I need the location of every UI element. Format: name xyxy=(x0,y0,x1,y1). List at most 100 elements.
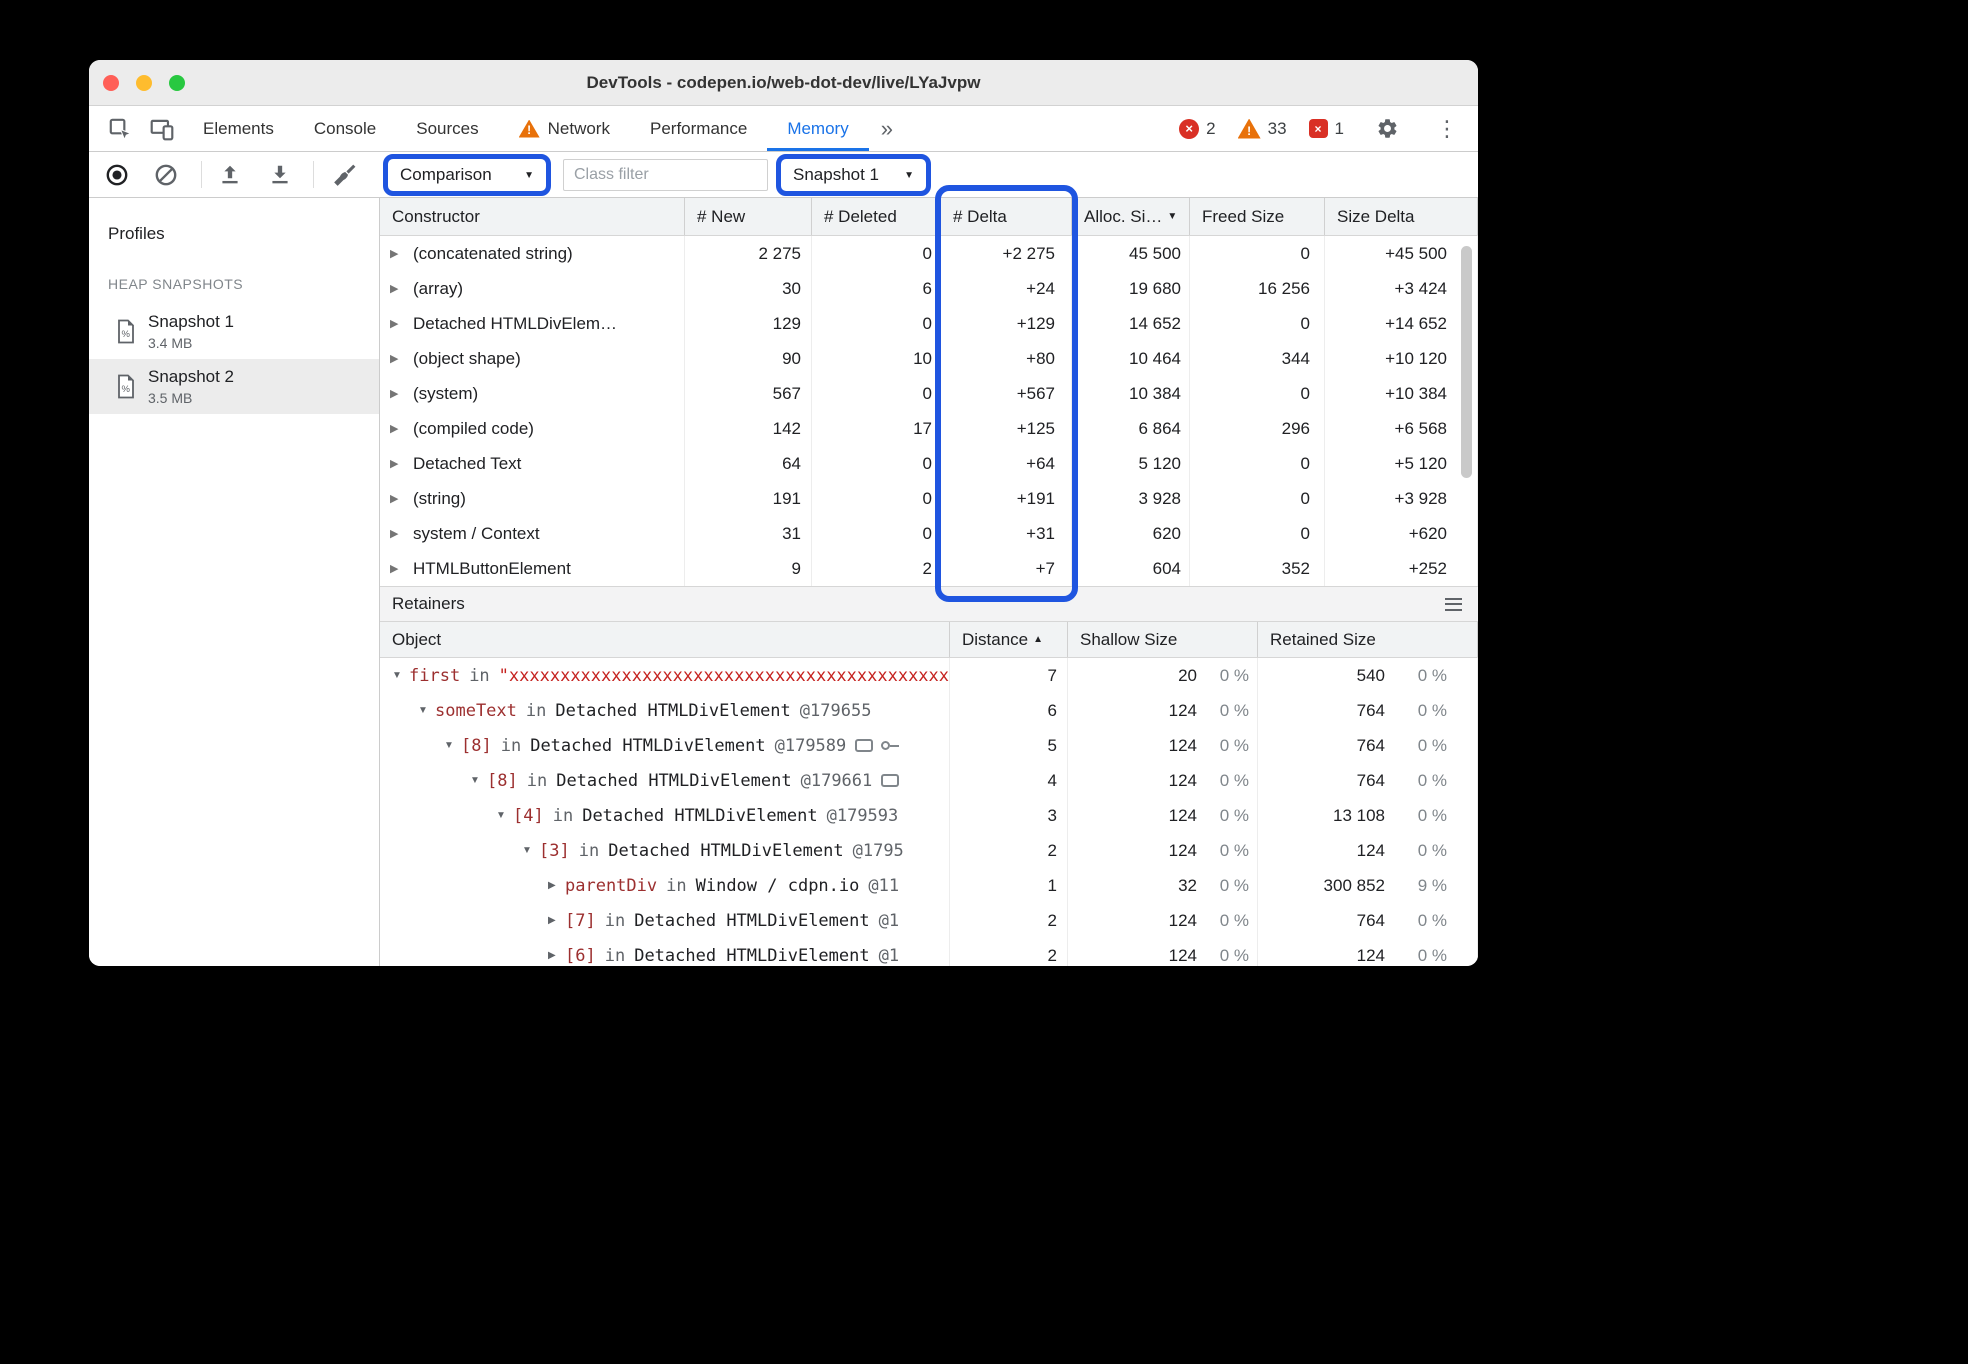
retainer-row[interactable]: ▼ [3] in Detached HTMLDivElement @1795 2 124… xyxy=(380,833,1478,868)
retainer-row[interactable]: ▼ [8] in Detached HTMLDivElement @179589 5 1… xyxy=(380,728,1478,763)
column-delta[interactable]: # Delta xyxy=(941,198,1072,235)
shallow-size-value: 20 xyxy=(1178,665,1197,685)
errors-badge[interactable]: × 2 xyxy=(1179,118,1216,139)
alloc-size: 604 xyxy=(1072,551,1190,586)
zoom-button[interactable] xyxy=(169,74,185,91)
warning-count: 33 xyxy=(1267,118,1287,138)
column-alloc-size[interactable]: Alloc. Si… ▼ xyxy=(1072,198,1190,235)
snapshot-name: Snapshot 2 xyxy=(148,367,235,386)
record-snapshot-button[interactable] xyxy=(102,160,132,190)
in-keyword: in xyxy=(666,875,687,896)
heap-row[interactable]: ▶ Detached Text 64 0 +64 5 120 0 +5 120 xyxy=(380,446,1478,481)
retainer-row[interactable]: ▶ [6] in Detached HTMLDivElement @1 2 124 0 %… xyxy=(380,938,1478,966)
column-freed-size[interactable]: Freed Size xyxy=(1190,198,1325,235)
vertical-scrollbar[interactable] xyxy=(1461,246,1472,478)
retainer-row[interactable]: ▼ someText in Detached HTMLDivElement @17965… xyxy=(380,693,1478,728)
sidebar-item-snapshot-1[interactable]: % Snapshot 1 3.4 MB xyxy=(89,304,379,359)
column-shallow-size[interactable]: Shallow Size xyxy=(1068,622,1258,657)
tab-console[interactable]: Console xyxy=(294,106,396,151)
tab-performance[interactable]: Performance xyxy=(630,106,767,151)
heap-row[interactable]: ▶ (concatenated string) 2 275 0 +2 275 45… xyxy=(380,236,1478,271)
expander-icon[interactable]: ▶ xyxy=(390,527,404,540)
shallow-size-value: 124 xyxy=(1168,770,1197,790)
retained-size-value: 124 xyxy=(1356,945,1385,965)
expander-icon[interactable]: ▶ xyxy=(390,562,404,575)
inspect-element-icon[interactable] xyxy=(99,110,141,148)
issue-icon: × xyxy=(1308,119,1328,138)
column-constructor[interactable]: Constructor xyxy=(380,198,685,235)
heap-row[interactable]: ▶ (string) 191 0 +191 3 928 0 +3 928 xyxy=(380,481,1478,516)
heap-row[interactable]: ▶ (array) 30 6 +24 19 680 16 256 +3 424 xyxy=(380,271,1478,306)
expander-icon[interactable]: ▶ xyxy=(390,387,404,400)
edge-name: [6] xyxy=(565,945,596,966)
base-snapshot-select[interactable]: Snapshot 1 ▼ xyxy=(781,165,926,185)
warnings-badge[interactable]: ! 33 xyxy=(1237,118,1287,139)
expander-icon[interactable]: ▼ xyxy=(418,705,435,716)
collect-garbage-icon[interactable] xyxy=(330,160,360,190)
tab-sources[interactable]: Sources xyxy=(396,106,498,151)
device-toolbar-icon[interactable] xyxy=(141,110,183,148)
perspective-select[interactable]: Comparison ▼ xyxy=(388,165,546,185)
tab-elements[interactable]: Elements xyxy=(183,106,294,151)
column-new[interactable]: # New xyxy=(685,198,812,235)
column-retained-size[interactable]: Retained Size xyxy=(1258,622,1478,657)
expander-icon[interactable]: ▶ xyxy=(548,950,565,961)
expander-icon[interactable]: ▶ xyxy=(390,317,404,330)
freed-size: 0 xyxy=(1190,481,1325,516)
error-count: 2 xyxy=(1206,118,1216,138)
expander-icon[interactable]: ▶ xyxy=(390,492,404,505)
column-object[interactable]: Object xyxy=(380,622,950,657)
column-size-delta[interactable]: Size Delta xyxy=(1325,198,1478,235)
expander-icon[interactable]: ▶ xyxy=(548,915,565,926)
reveal-icon[interactable] xyxy=(881,774,900,787)
heap-row[interactable]: ▶ (system) 567 0 +567 10 384 0 +10 384 xyxy=(380,376,1478,411)
new-count: 129 xyxy=(685,306,812,341)
deleted-count: 0 xyxy=(812,376,941,411)
edge-name: [8] xyxy=(461,735,492,756)
expander-icon[interactable]: ▼ xyxy=(522,845,539,856)
retained-size-percent: 0 % xyxy=(1417,840,1447,860)
retainer-row[interactable]: ▼ [4] in Detached HTMLDivElement @179593 3 1… xyxy=(380,798,1478,833)
retainer-row[interactable]: ▶ parentDiv in Window / cdpn.io @11 1 32 0 % … xyxy=(380,868,1478,903)
tab-network[interactable]: ! Network xyxy=(499,106,630,151)
heap-row[interactable]: ▶ system / Context 31 0 +31 620 0 +620 xyxy=(380,516,1478,551)
tab-memory[interactable]: Memory xyxy=(767,106,868,151)
clear-profiles-button[interactable] xyxy=(151,160,181,190)
class-filter-input[interactable] xyxy=(563,159,768,191)
retained-size-value: 764 xyxy=(1356,770,1385,790)
expander-icon[interactable]: ▶ xyxy=(390,247,404,260)
expander-icon[interactable]: ▶ xyxy=(390,422,404,435)
sidebar-item-snapshot-2[interactable]: % Snapshot 2 3.5 MB xyxy=(89,359,379,414)
reveal-icon[interactable] xyxy=(855,739,874,752)
heap-row[interactable]: ▶ HTMLButtonElement 9 2 +7 604 352 +252 xyxy=(380,551,1478,586)
close-button[interactable] xyxy=(103,74,119,91)
kebab-menu-icon[interactable]: ⋮ xyxy=(1430,116,1464,142)
hamburger-menu-icon[interactable] xyxy=(1445,597,1462,611)
retainers-header-bar: Retainers xyxy=(380,586,1478,622)
size-delta: +14 652 xyxy=(1325,306,1478,341)
retainer-row[interactable]: ▼ first in "xxxxxxxxxxxxxxxxxxxxxxxxxxxxxxx… xyxy=(380,658,1478,693)
issues-badge[interactable]: × 1 xyxy=(1308,119,1344,139)
minimize-button[interactable] xyxy=(136,74,152,91)
save-profile-button[interactable] xyxy=(265,160,295,190)
expander-icon[interactable]: ▶ xyxy=(390,352,404,365)
expander-icon[interactable]: ▶ xyxy=(390,282,404,295)
new-count: 30 xyxy=(685,271,812,306)
expander-icon[interactable]: ▶ xyxy=(548,880,565,891)
expander-icon[interactable]: ▼ xyxy=(470,775,487,786)
heap-row[interactable]: ▶ Detached HTMLDivElem… 129 0 +129 14 652… xyxy=(380,306,1478,341)
heap-row[interactable]: ▶ (compiled code) 142 17 +125 6 864 296 +… xyxy=(380,411,1478,446)
retainer-row[interactable]: ▼ [8] in Detached HTMLDivElement @179661 4 1… xyxy=(380,763,1478,798)
retainer-row[interactable]: ▶ [7] in Detached HTMLDivElement @1 2 124 0 %… xyxy=(380,903,1478,938)
gear-icon[interactable] xyxy=(1366,110,1408,148)
column-distance[interactable]: Distance ▲ xyxy=(950,622,1068,657)
expander-icon[interactable]: ▼ xyxy=(496,810,513,821)
expander-icon[interactable]: ▶ xyxy=(390,457,404,470)
heap-row[interactable]: ▶ (object shape) 90 10 +80 10 464 344 +10… xyxy=(380,341,1478,376)
load-profile-button[interactable] xyxy=(215,160,245,190)
expander-icon[interactable]: ▼ xyxy=(444,740,461,751)
expander-icon[interactable]: ▼ xyxy=(392,670,409,681)
object-id: @179655 xyxy=(799,700,872,721)
more-tabs-icon[interactable]: » xyxy=(869,106,905,151)
column-deleted[interactable]: # Deleted xyxy=(812,198,941,235)
